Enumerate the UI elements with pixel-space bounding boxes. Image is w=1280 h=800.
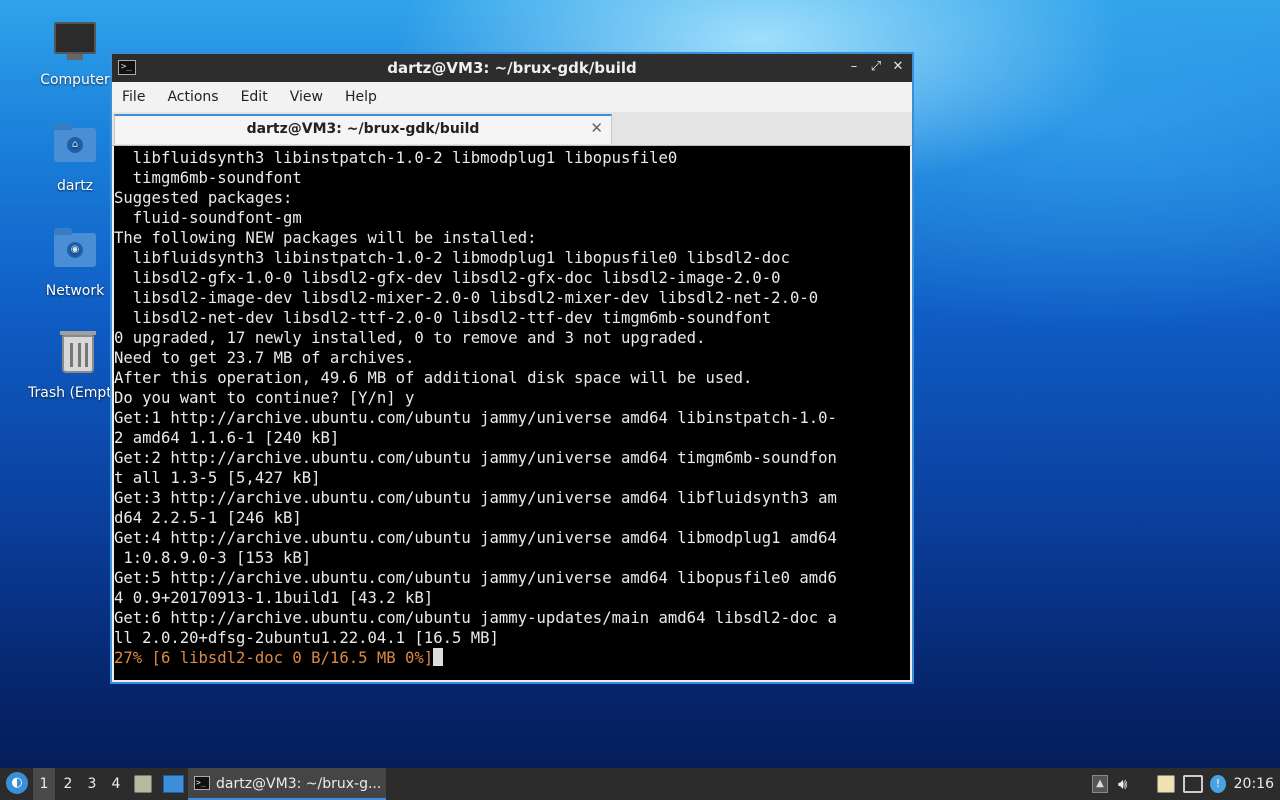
terminal-line: t all 1.3-5 [5,427 kB] (114, 469, 321, 487)
browser-icon[interactable] (163, 775, 184, 793)
workspace-4[interactable]: 4 (105, 768, 127, 800)
terminal-line: The following NEW packages will be insta… (114, 229, 537, 247)
tab-close-icon[interactable]: ✕ (590, 119, 603, 137)
close-button[interactable]: ✕ (890, 58, 906, 76)
update-notifier-icon[interactable]: ! (1210, 775, 1226, 793)
terminal-line: Get:3 http://archive.ubuntu.com/ubuntu j… (114, 489, 837, 507)
terminal-line: timgm6mb-soundfont (114, 169, 302, 187)
window-titlebar[interactable]: >_ dartz@VM3: ~/brux-gdk/build – ⤢ ✕ (112, 54, 912, 82)
terminal-line: Get:1 http://archive.ubuntu.com/ubuntu j… (114, 409, 837, 427)
terminal-task-icon: >_ (194, 776, 210, 790)
trash-icon (56, 331, 100, 379)
menu-view[interactable]: View (290, 89, 323, 105)
terminal-line: After this operation, 49.6 MB of additio… (114, 369, 753, 387)
taskbar-task-terminal[interactable]: >_ dartz@VM3: ~/brux-g... (188, 768, 386, 800)
terminal-line: 2 amd64 1.1.6-1 [240 kB] (114, 429, 340, 447)
terminal-line: 0 upgraded, 17 newly installed, 0 to rem… (114, 329, 706, 347)
tab-bar: dartz@VM3: ~/brux-gdk/build ✕ (112, 112, 912, 146)
minimize-button[interactable]: – (846, 58, 862, 76)
network-icon[interactable] (1183, 775, 1203, 793)
network-folder-icon: ◉ (53, 228, 97, 277)
terminal-line: libsdl2-gfx-1.0-0 libsdl2-gfx-dev libsdl… (114, 269, 781, 287)
menubar: File Actions Edit View Help (112, 82, 912, 112)
progress-text: 27% [6 libsdl2-doc 0 B/16.5 MB 0%] (114, 649, 434, 667)
menu-file[interactable]: File (122, 89, 145, 105)
terminal-line: Get:6 http://archive.ubuntu.com/ubuntu j… (114, 609, 837, 627)
terminal-line: Get:5 http://archive.ubuntu.com/ubuntu j… (114, 569, 837, 587)
terminal-line: libsdl2-net-dev libsdl2-ttf-2.0-0 libsdl… (114, 309, 772, 327)
terminal-line: Suggested packages: (114, 189, 293, 207)
terminal-line: Need to get 23.7 MB of archives. (114, 349, 415, 367)
volume-icon[interactable]: 🔊︎ (1118, 775, 1136, 793)
start-menu-icon[interactable]: ◐ (6, 772, 28, 794)
workspace-1[interactable]: 1 (33, 768, 55, 800)
clock[interactable]: 20:16 (1234, 768, 1274, 800)
file-manager-icon[interactable] (134, 775, 152, 793)
terminal-line: 4 0.9+20170913-1.1build1 [43.2 kB] (114, 589, 434, 607)
terminal-line: d64 2.2.5-1 [246 kB] (114, 509, 302, 527)
terminal-window: >_ dartz@VM3: ~/brux-gdk/build – ⤢ ✕ Fil… (110, 52, 914, 684)
home-folder-icon: ⌂ (53, 123, 97, 172)
window-title: dartz@VM3: ~/brux-gdk/build (387, 59, 637, 77)
taskbar: ◐ 1 2 3 4 >_ dartz@VM3: ~/brux-g... ▲ 🔊︎… (0, 768, 1280, 800)
terminal-line: Do you want to continue? [Y/n] y (114, 389, 415, 407)
terminal-line: Get:4 http://archive.ubuntu.com/ubuntu j… (114, 529, 837, 547)
workspace-2[interactable]: 2 (57, 768, 79, 800)
terminal-line: libfluidsynth3 libinstpatch-1.0-2 libmod… (114, 149, 678, 167)
menu-help[interactable]: Help (345, 89, 377, 105)
terminal-cursor (433, 648, 444, 666)
menu-actions[interactable]: Actions (167, 89, 218, 105)
tab-terminal[interactable]: dartz@VM3: ~/brux-gdk/build ✕ (114, 114, 612, 144)
computer-icon (53, 22, 97, 66)
task-label: dartz@VM3: ~/brux-g... (216, 776, 382, 792)
terminal-line: 1:0.8.9.0-3 [153 kB] (114, 549, 312, 567)
terminal-line: Get:2 http://archive.ubuntu.com/ubuntu j… (114, 449, 837, 467)
terminal-line: libfluidsynth3 libinstpatch-1.0-2 libmod… (114, 249, 790, 267)
terminal-line: libsdl2-image-dev libsdl2-mixer-2.0-0 li… (114, 289, 819, 307)
terminal-line: fluid-soundfont-gm (114, 209, 302, 227)
clipboard-icon[interactable] (1157, 775, 1175, 793)
workspace-3[interactable]: 3 (81, 768, 103, 800)
terminal-output[interactable]: libfluidsynth3 libinstpatch-1.0-2 libmod… (114, 146, 910, 680)
maximize-button[interactable]: ⤢ (868, 58, 884, 76)
progress-line: 27% [6 libsdl2-doc 0 B/16.5 MB 0%] (114, 648, 910, 668)
menu-edit[interactable]: Edit (241, 89, 268, 105)
terminal-line: ll 2.0.20+dfsg-2ubuntu1.22.04.1 [16.5 MB… (114, 629, 499, 647)
tab-title: dartz@VM3: ~/brux-gdk/build (246, 121, 480, 137)
tray-up-icon[interactable]: ▲ (1092, 775, 1108, 793)
